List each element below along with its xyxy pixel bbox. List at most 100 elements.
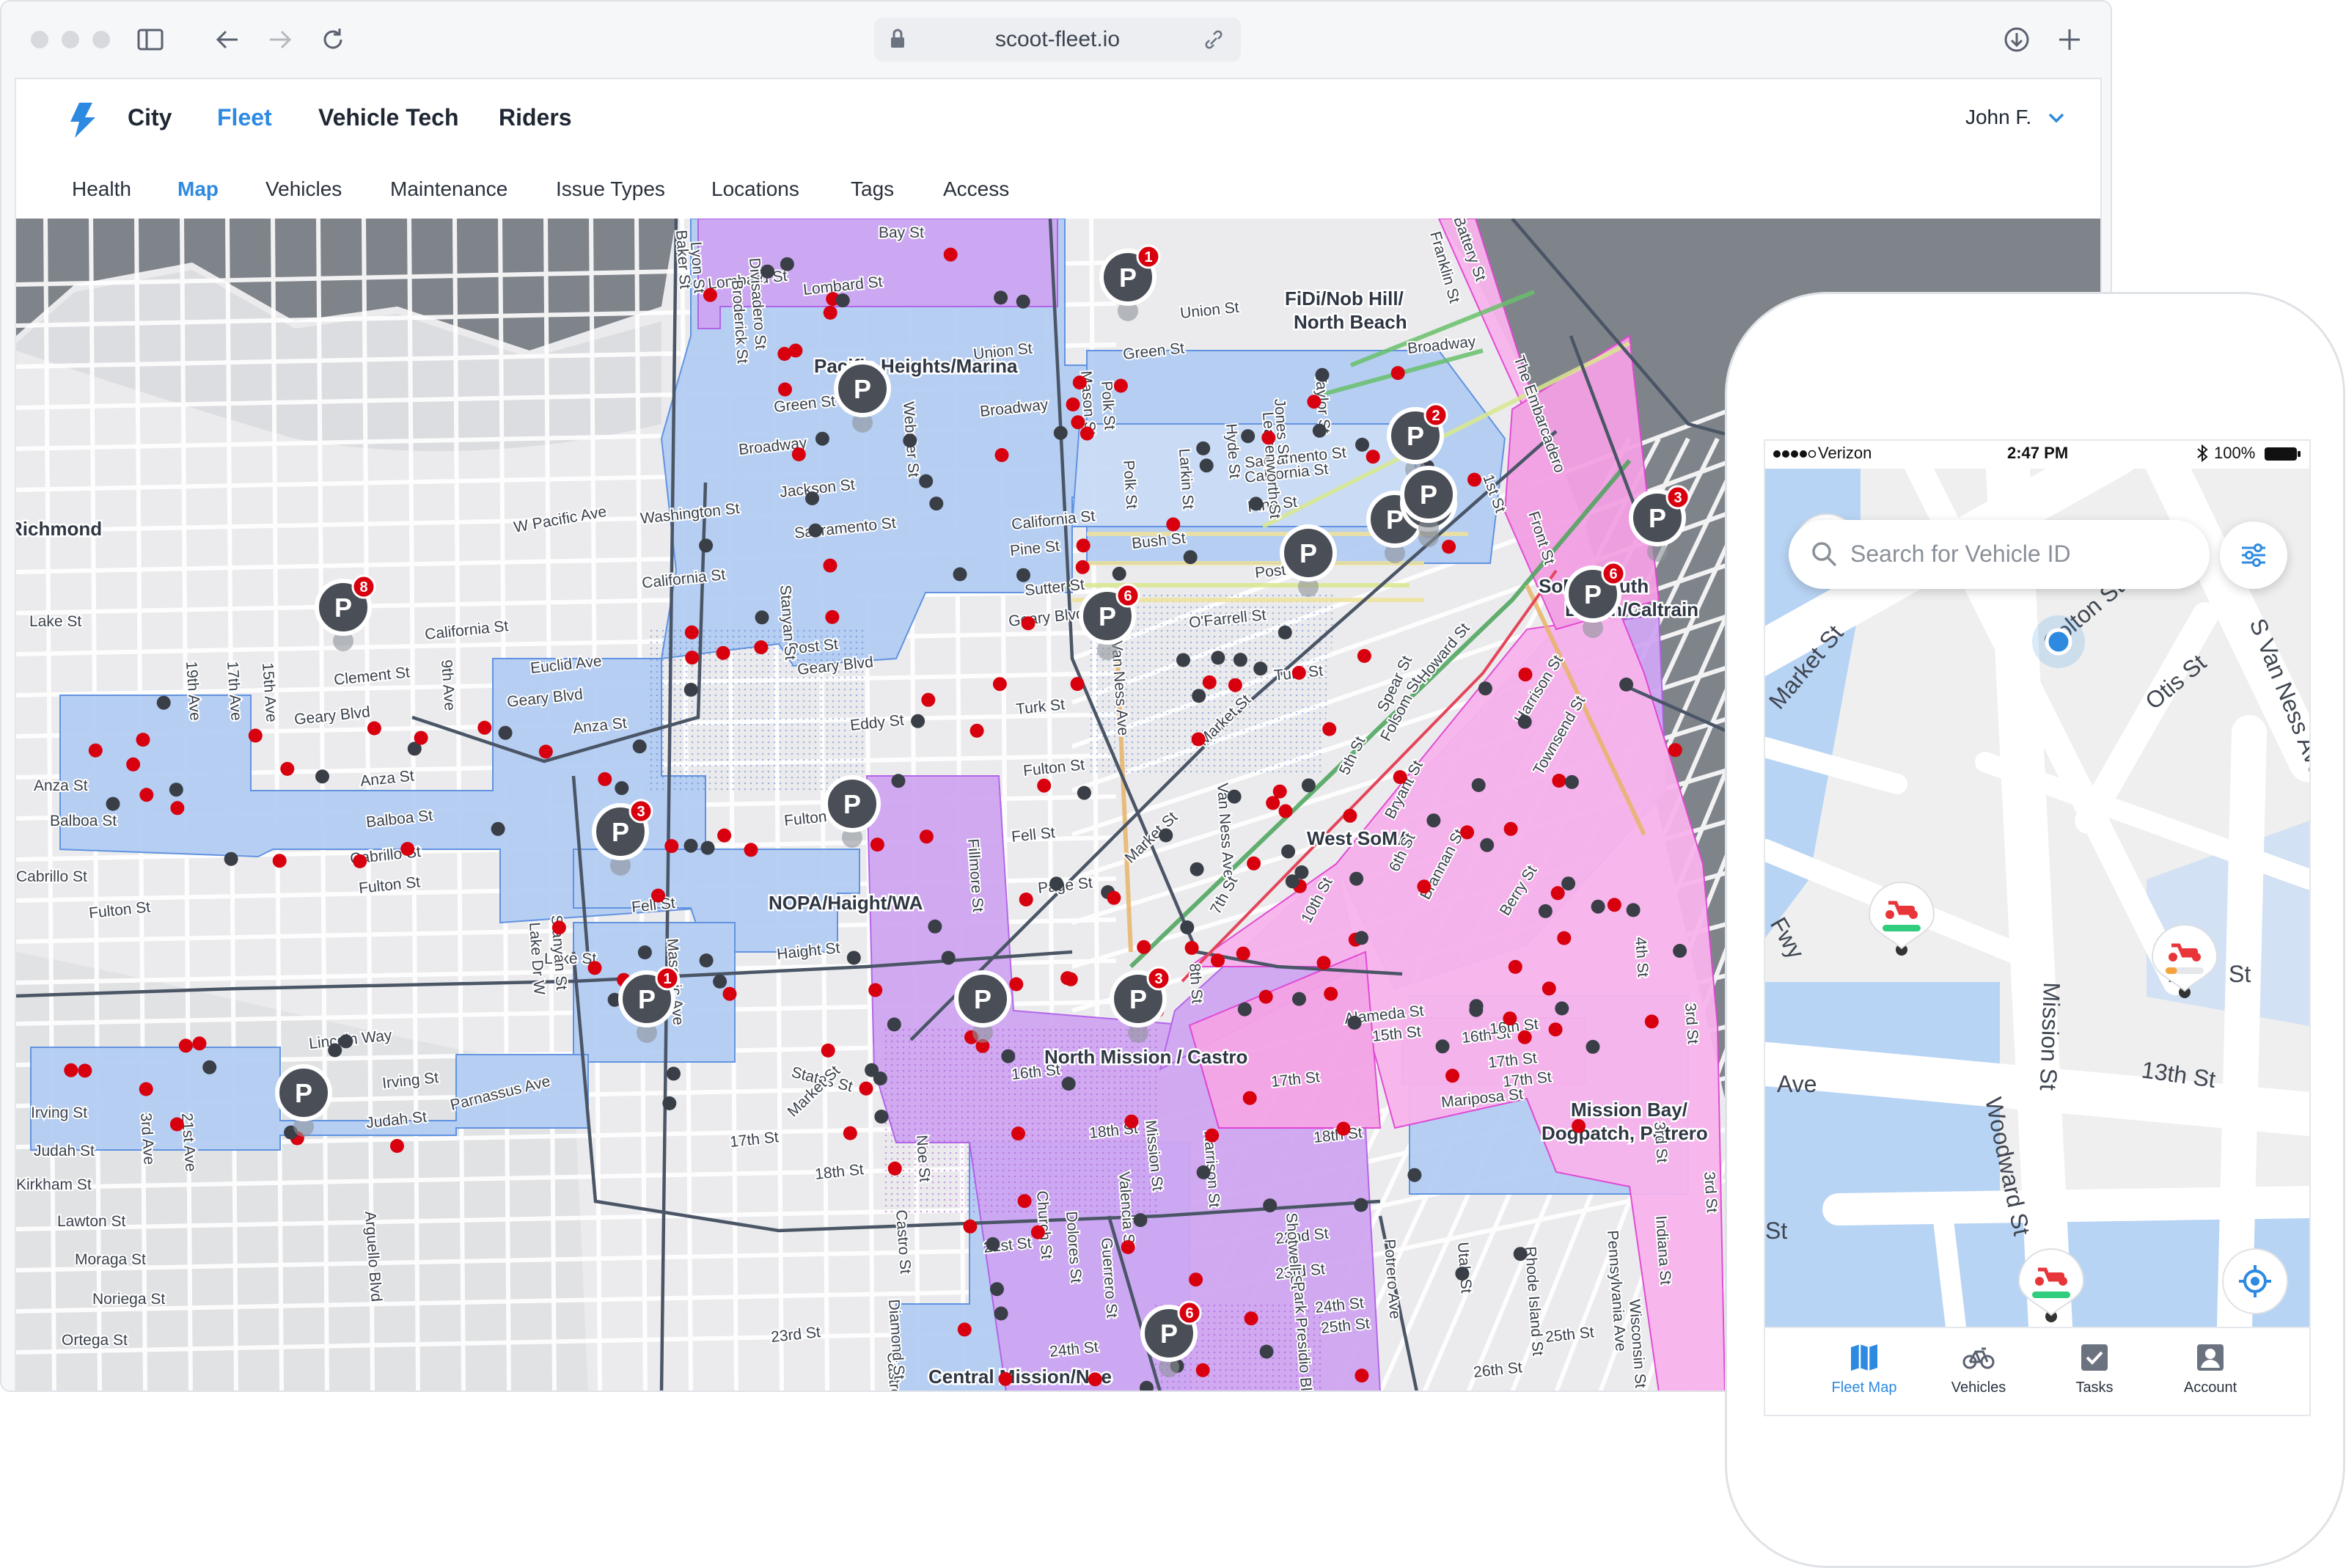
vehicle-dot[interactable] xyxy=(1237,1002,1252,1016)
vehicle-dot[interactable] xyxy=(703,287,717,302)
vehicle-dot[interactable] xyxy=(1471,778,1486,792)
vehicle-dot[interactable] xyxy=(1249,497,1264,511)
vehicle-dot[interactable] xyxy=(1607,898,1621,912)
vehicle-dot[interactable] xyxy=(823,558,837,573)
vehicle-dot[interactable] xyxy=(1259,1344,1274,1359)
vehicle-dot[interactable] xyxy=(994,1306,1008,1321)
vehicle-dot[interactable] xyxy=(929,497,944,511)
phone-map-canvas[interactable]: Colton St Otis St S Van Ness Ave Market … xyxy=(1765,469,2309,1327)
vehicle-dot[interactable] xyxy=(139,788,154,802)
vehicle-dot[interactable] xyxy=(990,1282,1004,1297)
vehicle-dot[interactable] xyxy=(1159,828,1173,843)
vehicle-dot[interactable] xyxy=(887,1017,901,1032)
vehicle-dot[interactable] xyxy=(1137,939,1151,954)
vehicle-dot[interactable] xyxy=(1061,1077,1076,1091)
tab-issue-types[interactable]: Issue Types xyxy=(556,177,665,201)
vehicle-dot[interactable] xyxy=(1183,550,1198,565)
vehicle-dot[interactable] xyxy=(928,919,942,934)
vehicle-dot[interactable] xyxy=(1455,1267,1470,1281)
current-location-dot[interactable] xyxy=(2032,615,2085,668)
phone-map[interactable]: Colton St Otis St S Van Ness Ave Market … xyxy=(1765,469,2309,1327)
vehicle-dot[interactable] xyxy=(1112,566,1126,581)
vehicle-dot[interactable] xyxy=(192,1036,207,1051)
vehicle-dot[interactable] xyxy=(498,725,513,740)
vehicle-dot[interactable] xyxy=(986,1237,1000,1251)
vehicle-dot[interactable] xyxy=(139,1082,153,1096)
vehicle-dot[interactable] xyxy=(1242,1091,1257,1105)
vehicle-dot[interactable] xyxy=(1322,722,1337,736)
vehicle-dot[interactable] xyxy=(1060,971,1075,986)
vehicle-dot[interactable] xyxy=(755,610,769,625)
vehicle-dot[interactable] xyxy=(64,1063,78,1077)
vehicle-dot[interactable] xyxy=(1021,616,1035,631)
vehicle-dot[interactable] xyxy=(1460,825,1475,840)
vehicle-dot[interactable] xyxy=(353,854,367,868)
vehicle-dot[interactable] xyxy=(963,1219,978,1234)
vehicle-dot[interactable] xyxy=(1247,856,1261,871)
vehicle-dot[interactable] xyxy=(1227,789,1242,804)
forward-arrow-icon[interactable] xyxy=(265,25,295,54)
vehicle-dot[interactable] xyxy=(414,730,428,745)
vehicle-dot[interactable] xyxy=(868,983,883,997)
vehicle-dot[interactable] xyxy=(1053,425,1068,440)
vehicle-dot[interactable] xyxy=(1070,677,1085,692)
vehicle-dot[interactable] xyxy=(390,1139,404,1153)
vehicle-dot[interactable] xyxy=(615,781,629,796)
vehicle-dot[interactable] xyxy=(815,431,829,446)
vehicle-dot[interactable] xyxy=(1315,367,1330,382)
vehicle-dot[interactable] xyxy=(1079,426,1094,441)
tab-access[interactable]: Access xyxy=(943,177,1009,201)
vehicle-dot[interactable] xyxy=(1557,931,1572,945)
vehicle-dot[interactable] xyxy=(1088,1372,1102,1387)
vehicle-dot[interactable] xyxy=(994,290,1008,305)
nav-fleet[interactable]: Fleet xyxy=(217,104,272,131)
vehicle-dot[interactable] xyxy=(1191,732,1206,747)
vehicle-dot[interactable] xyxy=(1668,743,1682,758)
vehicle-dot[interactable] xyxy=(1236,946,1250,961)
vehicle-dot[interactable] xyxy=(722,986,737,1001)
vehicle-dot[interactable] xyxy=(1066,398,1080,411)
vehicle-dot[interactable] xyxy=(1390,366,1405,381)
vehicle-dot[interactable] xyxy=(846,950,861,965)
tab-vehicles[interactable]: Vehicles xyxy=(265,177,342,201)
vehicle-dot[interactable] xyxy=(684,625,699,640)
vehicle-dot[interactable] xyxy=(1538,904,1553,918)
vehicle-dot[interactable] xyxy=(1548,1022,1563,1037)
vehicle-dot[interactable] xyxy=(1241,429,1256,444)
vehicle-dot[interactable] xyxy=(598,772,612,786)
vehicle-dot[interactable] xyxy=(1591,899,1605,914)
vehicle-dot[interactable] xyxy=(821,1043,835,1058)
vehicle-dot[interactable] xyxy=(859,1081,873,1096)
vehicle-dot[interactable] xyxy=(1517,1030,1532,1044)
sidebar-toggle-icon[interactable] xyxy=(136,25,165,54)
vehicle-dot[interactable] xyxy=(843,1126,857,1140)
vehicle-dot[interactable] xyxy=(1258,989,1273,1004)
vehicle-dot[interactable] xyxy=(1196,441,1211,455)
vehicle-dot[interactable] xyxy=(1301,778,1316,793)
vehicle-dot[interactable] xyxy=(1072,375,1087,390)
vehicle-dot[interactable] xyxy=(1644,1014,1659,1029)
vehicle-dot[interactable] xyxy=(1550,886,1565,901)
vehicle-dot[interactable] xyxy=(202,1060,217,1074)
download-icon[interactable] xyxy=(2002,25,2031,54)
vehicle-dot[interactable] xyxy=(1016,568,1030,582)
vehicle-dot[interactable] xyxy=(1294,865,1309,879)
vehicle-dot[interactable] xyxy=(744,843,758,857)
vehicle-dot[interactable] xyxy=(1355,437,1369,452)
vehicle-dot[interactable] xyxy=(1190,862,1204,876)
vehicle-dot[interactable] xyxy=(272,854,287,868)
vehicle-dot[interactable] xyxy=(700,840,715,855)
window-zoom-dot[interactable] xyxy=(92,31,110,48)
vehicle-dot[interactable] xyxy=(699,538,714,553)
vehicle-dot[interactable] xyxy=(1619,677,1634,692)
vehicle-dot[interactable] xyxy=(1316,956,1331,970)
vehicle-dot[interactable] xyxy=(1561,876,1576,891)
tab-locations[interactable]: Locations xyxy=(711,177,799,201)
vehicle-dot[interactable] xyxy=(1426,813,1441,828)
vehicle-dot[interactable] xyxy=(328,1043,342,1058)
vehicle-dot[interactable] xyxy=(1176,653,1190,667)
vehicle-dot[interactable] xyxy=(1542,981,1556,996)
vehicle-dot[interactable] xyxy=(1354,1198,1368,1212)
vehicle-dot[interactable] xyxy=(919,829,934,844)
vehicle-dot[interactable] xyxy=(1121,1240,1135,1254)
